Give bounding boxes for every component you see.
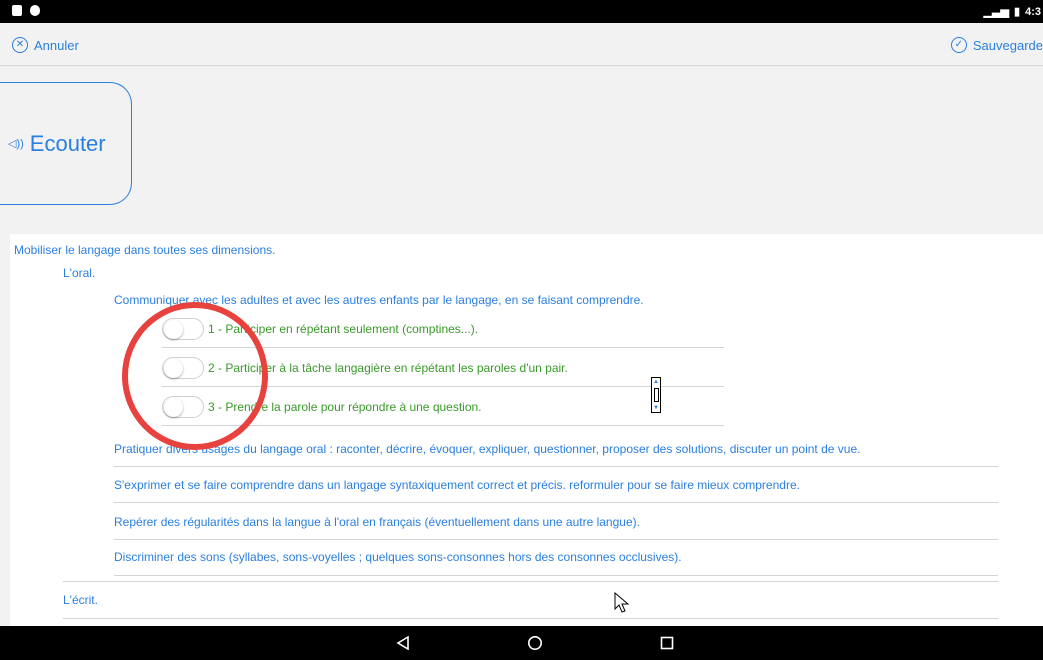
signal-icon: ▁▃▅ — [983, 6, 1010, 18]
subsection-ecrit[interactable]: L'écrit. — [63, 593, 98, 607]
cancel-label: Annuler — [34, 37, 79, 53]
speaker-icon: ◁)) — [8, 138, 24, 150]
back-button[interactable] — [393, 634, 413, 652]
divider — [162, 386, 724, 387]
close-icon: ✕ — [12, 37, 28, 53]
objective-oral-usages[interactable]: Pratiquer divers usages du langage oral … — [114, 442, 860, 456]
toggle-knob — [164, 359, 183, 378]
subsection-oral[interactable]: L'oral. — [63, 266, 95, 280]
level-3-toggle[interactable] — [162, 396, 204, 418]
section-title: Mobiliser le langage dans toutes ses dim… — [14, 243, 276, 257]
app-notification-icon — [30, 5, 40, 16]
divider — [114, 575, 998, 576]
cancel-button[interactable]: ✕ Annuler — [12, 37, 79, 53]
listen-label: Ecouter — [29, 130, 106, 156]
mouse-cursor-icon — [614, 592, 630, 613]
save-label: Sauvegarde — [972, 37, 1043, 53]
save-button[interactable]: ✓ Sauvegarde — [950, 37, 1043, 53]
listen-button[interactable]: ◁)) Ecouter — [0, 82, 132, 205]
objective-communicate[interactable]: Communiquer avec les adultes et avec les… — [114, 293, 644, 307]
status-bar: ▁▃▅ ▮ 4:3 — [0, 0, 1043, 23]
arrow-down-icon: ▼ — [653, 405, 659, 411]
toggle-knob — [164, 320, 183, 339]
objective-sounds[interactable]: Discriminer des sons (syllabes, sons-voy… — [114, 550, 682, 564]
back-icon — [396, 636, 409, 650]
toggle-knob — [164, 398, 183, 417]
level-1-label: 1 - Participer en répétant seulement (co… — [208, 322, 479, 336]
scroll-thumb[interactable] — [653, 388, 659, 402]
divider — [114, 466, 998, 467]
divider — [162, 425, 724, 426]
skills-list: Mobiliser le langage dans toutes ses dim… — [10, 234, 1043, 626]
divider — [114, 502, 998, 503]
home-button[interactable] — [525, 634, 545, 652]
divider — [162, 347, 724, 348]
divider — [63, 618, 998, 619]
level-1-toggle[interactable] — [162, 318, 204, 340]
objective-regularities[interactable]: Repérer des régularités dans la langue à… — [114, 515, 640, 529]
battery-icon: ▮ — [1014, 6, 1021, 18]
android-nav-bar — [0, 626, 1043, 660]
check-icon: ✓ — [950, 37, 967, 53]
home-icon — [528, 636, 542, 650]
divider — [114, 539, 998, 540]
arrow-up-icon: ▲ — [653, 379, 659, 385]
recents-icon — [660, 636, 674, 650]
divider — [63, 581, 998, 582]
level-2-toggle[interactable] — [162, 357, 204, 379]
clock: 4:3 — [1025, 5, 1041, 18]
recents-button[interactable] — [657, 634, 677, 652]
level-3-label: 3 - Prendre la parole pour répondre à un… — [208, 400, 482, 414]
objective-syntax[interactable]: S'exprimer et se faire comprendre dans u… — [114, 478, 800, 492]
scroll-handle[interactable]: ▲ ▼ — [651, 377, 661, 413]
level-2-label: 2 - Participer à la tâche langagière en … — [208, 361, 568, 375]
top-bar: ✕ Annuler ✓ Sauvegarde — [0, 23, 1043, 66]
notification-icon — [12, 5, 22, 16]
